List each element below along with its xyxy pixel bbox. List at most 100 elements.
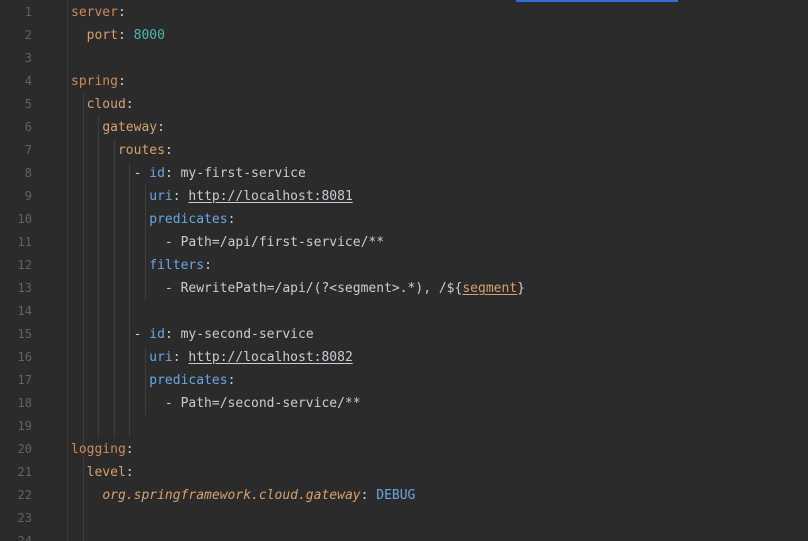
code-line[interactable]: 16 uri: http://localhost:8082 bbox=[0, 346, 808, 369]
code-line[interactable]: 15 - id: my-second-service bbox=[0, 323, 808, 346]
code-line[interactable]: 3 bbox=[0, 47, 808, 70]
code-token: my-second-service bbox=[180, 327, 314, 342]
code-line[interactable]: 1 server: bbox=[0, 1, 808, 24]
line-code[interactable]: predicates: bbox=[71, 369, 235, 392]
code-token: : bbox=[360, 488, 377, 503]
code-line[interactable]: 17 predicates: bbox=[0, 369, 808, 392]
code-token: predicates bbox=[149, 212, 228, 227]
line-code[interactable]: org.springframework.cloud.gateway: DEBUG bbox=[71, 484, 415, 507]
code-editor[interactable]: 1 server: 2 port: 8000 3 4 spring: 5 cloud: 6 g… bbox=[0, 0, 808, 541]
code-line[interactable]: 11 - Path=/api/first-service/** bbox=[0, 231, 808, 254]
code-line[interactable]: 4 spring: bbox=[0, 70, 808, 93]
code-token: id bbox=[149, 327, 165, 342]
code-token: port bbox=[86, 28, 118, 43]
line-code[interactable]: - Path=/api/first-service/** bbox=[71, 231, 384, 254]
code-token[interactable]: http://localhost:8082 bbox=[188, 350, 352, 365]
line-code[interactable]: uri: http://localhost:8081 bbox=[71, 185, 353, 208]
line-number: 15 bbox=[17, 327, 32, 341]
code-token: : bbox=[172, 350, 189, 365]
code-token: org.springframework.cloud.gateway bbox=[102, 488, 361, 503]
line-number: 12 bbox=[17, 258, 32, 272]
line-number: 19 bbox=[17, 419, 32, 433]
line-code[interactable]: logging: bbox=[71, 438, 134, 461]
code-line[interactable]: 12 filters: bbox=[0, 254, 808, 277]
code-line[interactable]: 23 bbox=[0, 507, 808, 530]
code-token: - RewritePath=/api/(?<segment>.*), /${ bbox=[71, 281, 463, 296]
code-token: filters bbox=[149, 258, 205, 273]
code-token: } bbox=[517, 281, 525, 296]
line-number: 18 bbox=[17, 396, 32, 410]
code-line[interactable]: 10 predicates: bbox=[0, 208, 808, 231]
code-token: cloud bbox=[86, 97, 126, 112]
line-number: 8 bbox=[24, 166, 32, 180]
line-code[interactable]: cloud: bbox=[71, 93, 134, 116]
code-token: server bbox=[71, 5, 118, 20]
line-code[interactable]: server: bbox=[71, 1, 126, 24]
line-code[interactable]: level: bbox=[71, 461, 134, 484]
line-number: 17 bbox=[17, 373, 32, 387]
line-code[interactable]: uri: http://localhost:8082 bbox=[71, 346, 353, 369]
code-line[interactable]: 8 - id: my-first-service bbox=[0, 162, 808, 185]
code-token: - Path=/api/first-service/** bbox=[71, 235, 385, 250]
line-number: 5 bbox=[24, 97, 32, 111]
line-code[interactable]: - id: my-first-service bbox=[71, 162, 306, 185]
code-token: level bbox=[86, 465, 126, 480]
code-line[interactable]: 2 port: 8000 bbox=[0, 24, 808, 47]
code-token: - bbox=[71, 327, 150, 342]
code-token: : bbox=[117, 28, 134, 43]
code-token: : bbox=[164, 327, 181, 342]
line-code[interactable]: predicates: bbox=[71, 208, 235, 231]
line-code[interactable]: - Path=/second-service/** bbox=[71, 392, 361, 415]
code-line[interactable]: 19 bbox=[0, 415, 808, 438]
line-number: 23 bbox=[17, 511, 32, 525]
line-code[interactable]: gateway: bbox=[71, 116, 165, 139]
line-number: 2 bbox=[24, 28, 32, 42]
code-line[interactable]: 24 bbox=[0, 530, 808, 541]
code-token: : bbox=[157, 120, 165, 135]
code-token[interactable]: http://localhost:8081 bbox=[188, 189, 352, 204]
code-line[interactable]: 5 cloud: bbox=[0, 93, 808, 116]
code-line[interactable]: 6 gateway: bbox=[0, 116, 808, 139]
line-code[interactable]: filters: bbox=[71, 254, 212, 277]
line-number: 16 bbox=[17, 350, 32, 364]
code-token: DEBUG bbox=[376, 488, 416, 503]
code-token: : bbox=[227, 212, 236, 227]
line-code[interactable]: routes: bbox=[71, 139, 173, 162]
code-line[interactable]: 9 uri: http://localhost:8081 bbox=[0, 185, 808, 208]
code-line[interactable]: 7 routes: bbox=[0, 139, 808, 162]
code-token: - bbox=[71, 166, 150, 181]
line-code[interactable]: spring: bbox=[71, 70, 126, 93]
code-line[interactable]: 18 - Path=/second-service/** bbox=[0, 392, 808, 415]
line-number: 10 bbox=[17, 212, 32, 226]
code-token: my-first-service bbox=[180, 166, 306, 181]
code-token: : bbox=[172, 189, 189, 204]
line-number: 1 bbox=[24, 5, 32, 19]
code-token: : bbox=[204, 258, 212, 273]
line-number: 14 bbox=[17, 304, 32, 318]
code-token: : bbox=[227, 373, 236, 388]
line-number: 20 bbox=[17, 442, 32, 456]
code-line[interactable]: 21 level: bbox=[0, 461, 808, 484]
code-token: : bbox=[125, 97, 134, 112]
code-line[interactable]: 22 org.springframework.cloud.gateway: DE… bbox=[0, 484, 808, 507]
line-code[interactable]: - RewritePath=/api/(?<segment>.*), /${se… bbox=[71, 277, 525, 300]
code-line[interactable]: 14 bbox=[0, 300, 808, 323]
code-line[interactable]: 13 - RewritePath=/api/(?<segment>.*), /$… bbox=[0, 277, 808, 300]
code-token: routes bbox=[117, 143, 165, 158]
code-token: : bbox=[117, 5, 126, 20]
code-token: - Path=/second-service/** bbox=[71, 396, 361, 411]
line-number: 4 bbox=[24, 74, 32, 88]
code-token: spring bbox=[71, 74, 118, 89]
line-code[interactable]: port: 8000 bbox=[71, 24, 165, 47]
code-line[interactable]: 20 logging: bbox=[0, 438, 808, 461]
line-code[interactable]: - id: my-second-service bbox=[71, 323, 314, 346]
